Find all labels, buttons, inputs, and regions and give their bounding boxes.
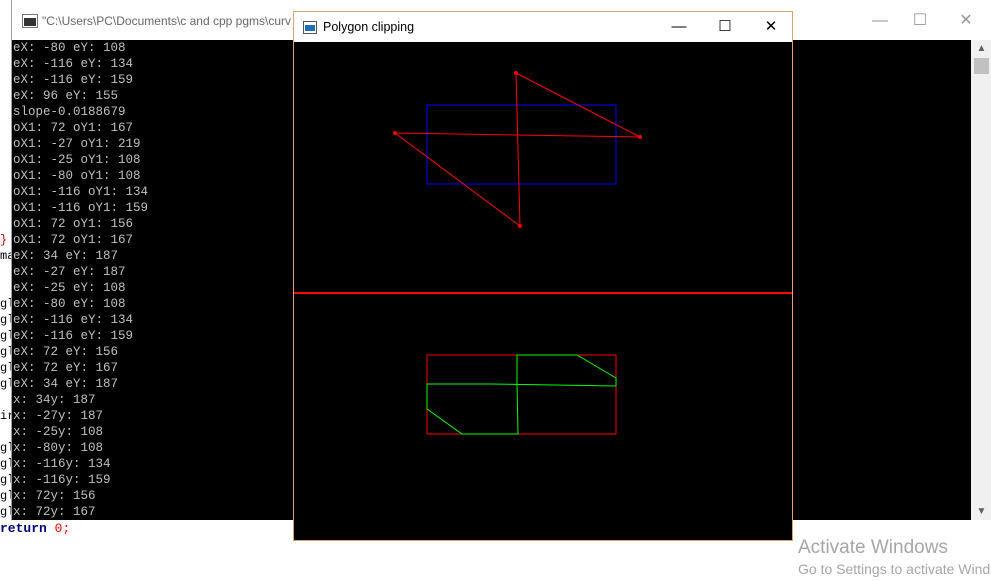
scroll-up-icon[interactable]: ▲ xyxy=(971,40,991,57)
editor-gutter-line: gl xyxy=(0,489,11,503)
graphics-maximize-button[interactable]: ☐ xyxy=(702,14,748,40)
watermark-title: Activate Windows xyxy=(798,537,948,558)
graphics-title: Polygon clipping xyxy=(323,20,415,34)
editor-gutter-line: gl xyxy=(0,473,11,487)
editor-gutter-line: gl xyxy=(0,505,11,519)
editor-gutter-line xyxy=(0,136,11,152)
editor-gutter-line: gl xyxy=(0,297,11,311)
console-scrollbar[interactable]: ▲ ▼ xyxy=(971,40,991,520)
editor-gutter-line xyxy=(0,264,11,280)
graphics-window: Polygon clipping — ☐ ✕ xyxy=(293,11,793,541)
editor-gutter-line: ma xyxy=(0,249,11,263)
semicolon: ; xyxy=(62,521,71,536)
polygon-vertex xyxy=(518,224,522,228)
console-maximize-button[interactable]: ☐ xyxy=(900,8,940,34)
editor-gutter-line xyxy=(0,120,11,136)
graphics-titlebar[interactable]: Polygon clipping — ☐ ✕ xyxy=(294,12,792,42)
editor-gutter-line: gl xyxy=(0,457,11,471)
editor-gutter-line xyxy=(0,72,11,88)
editor-gutter-line: gl xyxy=(0,377,11,391)
graphics-app-icon xyxy=(303,21,317,34)
editor-gutter-line xyxy=(0,56,11,72)
editor-gutter: } ma gl gl gl gl gl gl ir gl gl gl gl gl xyxy=(0,40,11,520)
editor-gutter-line xyxy=(0,40,11,56)
editor-gutter-line xyxy=(0,88,11,104)
activate-windows-watermark: Activate Windows Go to Settings to activ… xyxy=(798,537,991,579)
canvas-background xyxy=(294,42,792,540)
editor-gutter-line: gl xyxy=(0,361,11,375)
editor-gutter-line: gl xyxy=(0,345,11,359)
editor-code-line[interactable]: return 0; xyxy=(0,520,300,538)
editor-gutter-line xyxy=(0,216,11,232)
editor-gutter-line xyxy=(0,152,11,168)
editor-gutter-line xyxy=(0,200,11,216)
scroll-down-icon[interactable]: ▼ xyxy=(971,503,991,520)
console-app-icon xyxy=(22,14,38,28)
console-close-button[interactable]: ✕ xyxy=(946,8,986,34)
console-minimize-button[interactable]: — xyxy=(860,8,900,34)
editor-gutter-line xyxy=(0,392,11,408)
editor-gutter-line: ir xyxy=(0,409,11,423)
editor-gutter-line xyxy=(0,168,11,184)
editor-gutter-line xyxy=(0,280,11,296)
scroll-thumb[interactable] xyxy=(974,58,989,74)
graphics-minimize-button[interactable]: — xyxy=(656,14,702,40)
editor-gutter-line: gl xyxy=(0,313,11,327)
console-title: "C:\Users\PC\Documents\c and cpp pgms\cu… xyxy=(42,14,292,28)
graphics-canvas xyxy=(294,42,792,540)
polygon-vertex xyxy=(514,71,518,75)
graphics-close-button[interactable]: ✕ xyxy=(748,14,794,40)
editor-gutter-line xyxy=(0,104,11,120)
watermark-subtitle: Go to Settings to activate Windows. xyxy=(798,561,991,577)
editor-gutter-line xyxy=(0,184,11,200)
editor-gutter-line: } xyxy=(0,233,8,247)
polygon-vertex xyxy=(638,135,642,139)
polygon-vertex xyxy=(393,131,397,135)
editor-gutter-line: gl xyxy=(0,441,11,455)
return-keyword: return xyxy=(0,521,47,536)
editor-gutter-line xyxy=(0,424,11,440)
editor-gutter-line: gl xyxy=(0,329,11,343)
